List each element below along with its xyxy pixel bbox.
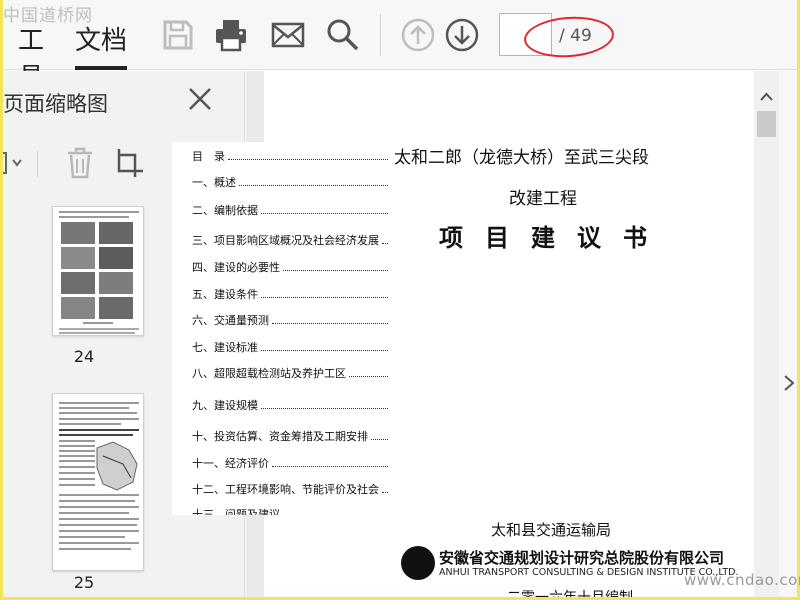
doc-title-line2: 改建工程: [509, 189, 577, 209]
page-up-icon[interactable]: [400, 17, 436, 53]
active-tab-indicator: [75, 66, 127, 70]
print-icon[interactable]: [213, 17, 249, 53]
toc-item: 六、交通量预测: [192, 312, 388, 328]
toc-item: 八、超限超载检测站及养护工区: [192, 365, 388, 381]
toc-item: 三、项目影响区域概况及社会经济发展: [192, 232, 388, 248]
panel-title: 页面缩略图: [3, 92, 108, 116]
delete-icon[interactable]: [66, 147, 94, 179]
toc-item: 一、概述: [192, 174, 388, 190]
expand-right-icon[interactable]: [782, 373, 796, 393]
watermark-bottom: www.cndao.com: [684, 571, 800, 589]
toc-heading-row: 目 录: [192, 148, 388, 164]
toc-item: 十二、工程环境影响、节能评价及社会: [192, 481, 388, 497]
watermark-top: 中国道桥网: [3, 6, 93, 26]
scroll-thumb[interactable]: [757, 111, 776, 137]
doc-title-line3: 项目建议书: [439, 223, 669, 252]
scroll-up-icon[interactable]: [759, 91, 774, 103]
doc-issuer: 太和县交通运输局: [491, 521, 612, 539]
panel-tool-separator: [37, 151, 38, 177]
toc-item: 七、建设标准: [192, 339, 388, 355]
toc-item: 十三、问题及建议: [192, 506, 388, 515]
options-dropdown-icon[interactable]: [0, 149, 26, 177]
thumbnail-label: 24: [73, 347, 95, 366]
toc-item: 二、编制依据: [192, 202, 388, 218]
email-icon[interactable]: [270, 17, 306, 53]
doc-date: 二零一六年十月编制: [507, 590, 633, 600]
thumbnail-preview: [59, 211, 139, 334]
top-toolbar: 工具 文档 / 49: [0, 0, 800, 93]
toc-item: 九、建设规模: [192, 397, 388, 413]
thumbnail-page[interactable]: [52, 206, 144, 336]
company-logo: [401, 546, 435, 580]
thumbnail-page[interactable]: [52, 393, 144, 571]
vertical-scrollbar[interactable]: [754, 71, 779, 600]
toc-item: 十一、经济评价: [192, 455, 388, 471]
thumbnail-preview: [59, 402, 139, 550]
save-icon[interactable]: [160, 17, 196, 53]
thumbnail-label: 25: [73, 573, 95, 592]
page-down-icon[interactable]: [444, 17, 480, 53]
crop-icon[interactable]: [115, 147, 145, 179]
toc-heading: 目 录: [192, 150, 225, 163]
right-pane-toggle-strip: [779, 71, 800, 600]
toc-item: 十、投资估算、资金筹措及工期安排: [192, 428, 388, 444]
company-name-cn: 安徽省交通规划设计研究总院股份有限公司: [439, 549, 725, 567]
toolbar-separator: [380, 14, 381, 56]
close-icon[interactable]: [187, 86, 213, 112]
doc-title-line1: 太和二郎（龙德大桥）至武三尖段: [394, 148, 649, 168]
toc-item: 五、建设条件: [192, 286, 388, 302]
toc-item: 四、建设的必要性: [192, 259, 388, 275]
toc-overlay: 目 录 一、概述 二、编制依据 三、项目影响区域概况及社会经济发展 四、建设的必…: [172, 142, 388, 515]
search-icon[interactable]: [325, 17, 361, 53]
